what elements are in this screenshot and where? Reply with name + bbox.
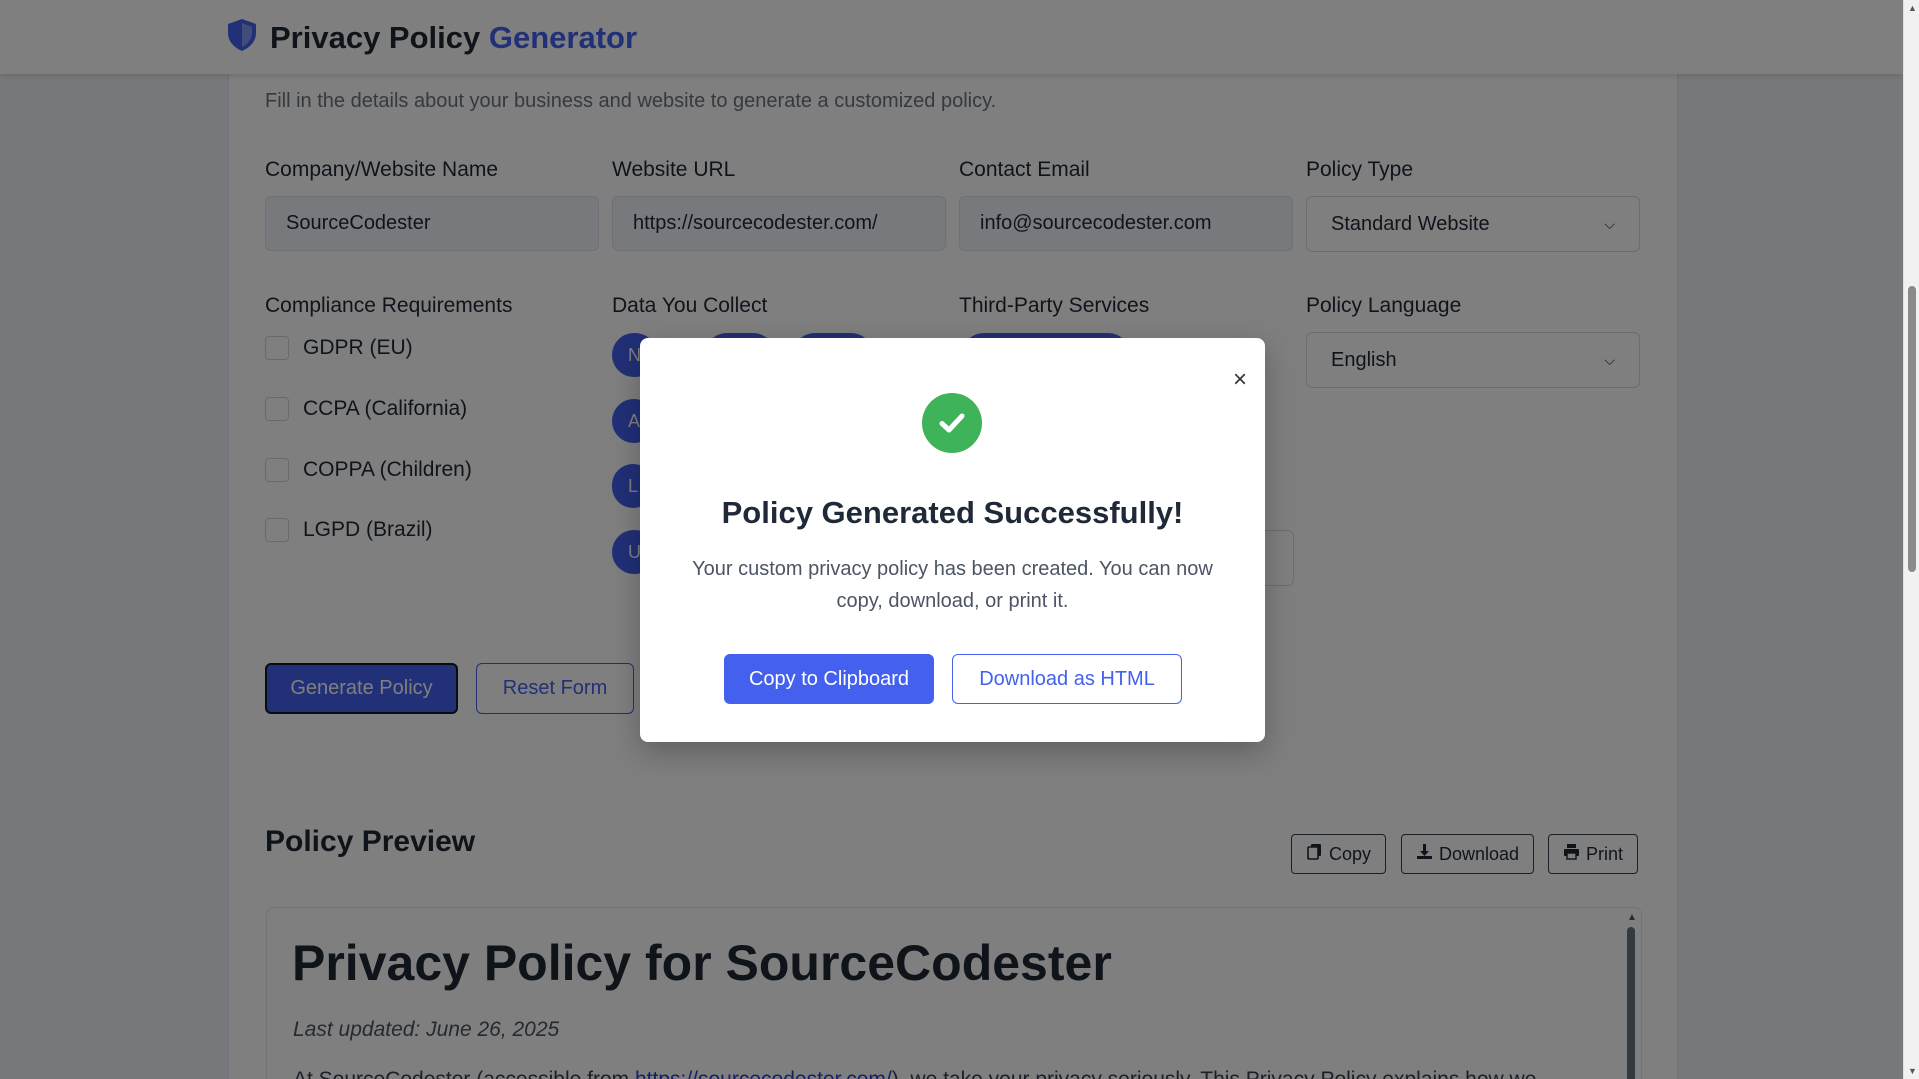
scroll-up-icon[interactable]: ▲ [1908, 3, 1917, 13]
page-scrollbar[interactable]: ▲ ▼ [1903, 0, 1919, 1079]
success-modal: × Policy Generated Successfully! Your cu… [640, 338, 1265, 742]
close-icon[interactable]: × [1233, 368, 1247, 392]
check-icon [922, 393, 982, 453]
scroll-down-icon[interactable]: ▼ [1908, 1066, 1917, 1076]
page-scroll-thumb[interactable] [1908, 286, 1916, 572]
copy-to-clipboard-button[interactable]: Copy to Clipboard [724, 654, 934, 704]
modal-message: Your custom privacy policy has been crea… [692, 558, 1213, 612]
modal-title: Policy Generated Successfully! [721, 495, 1184, 530]
download-html-button[interactable]: Download as HTML [952, 654, 1182, 704]
